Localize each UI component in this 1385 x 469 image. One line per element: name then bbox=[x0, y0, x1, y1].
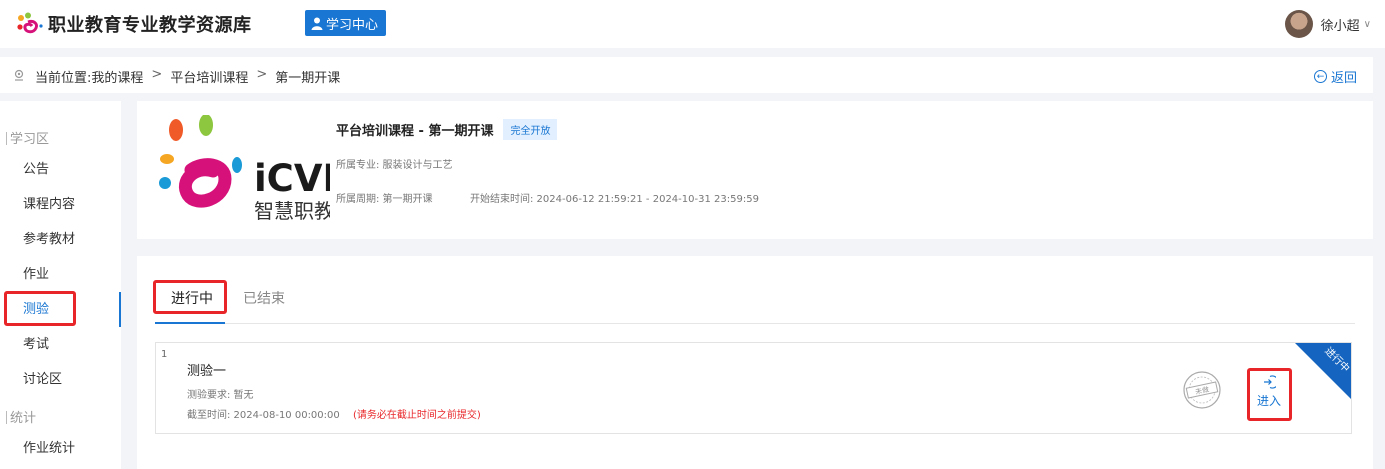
icve-logo-image: iCVE 智慧职教 bbox=[159, 115, 330, 223]
back-arrow-icon: ← bbox=[1313, 70, 1327, 83]
back-button[interactable]: ← 返回 bbox=[1313, 67, 1357, 86]
study-center-button[interactable]: 学习中心 bbox=[305, 10, 387, 36]
quiz-requirement: 测验要求: 暂无 bbox=[187, 390, 254, 401]
sidebar-item-homework-stats[interactable]: 作业统计 bbox=[0, 431, 121, 466]
sidebar-item-reference[interactable]: 参考教材 bbox=[0, 222, 121, 257]
breadcrumb: 当前位置: 我的课程 > 平台培训课程 > 第一期开课 bbox=[35, 67, 340, 86]
in-progress-ribbon: 进行中 bbox=[1295, 343, 1351, 399]
active-tab-indicator bbox=[155, 322, 225, 324]
user-icon bbox=[311, 17, 323, 30]
course-major: 所属专业: 服装设计与工艺 bbox=[336, 160, 453, 171]
user-name: 徐小超 bbox=[1320, 18, 1360, 34]
course-title-row: 平台培训课程 - 第一期开课 完全开放 bbox=[336, 119, 558, 140]
breadcrumb-separator: > bbox=[256, 67, 268, 82]
course-card: iCVE 智慧职教 平台培训课程 - 第一期开课 完全开放 所属专业: 服装设计… bbox=[137, 101, 1373, 239]
study-center-label: 学习中心 bbox=[326, 17, 379, 33]
quiz-deadline-row: 截至时间: 2024-08-10 00:00:00 (请务必在截止时间之前提交) bbox=[187, 406, 481, 421]
back-label: 返回 bbox=[1330, 71, 1357, 86]
sidebar-item-exam[interactable]: 考试 bbox=[0, 327, 121, 362]
quiz-title: 测验一 bbox=[187, 364, 227, 379]
icve-logo-subtext: 智慧职教 bbox=[254, 199, 330, 223]
flower-logo-icon bbox=[17, 12, 43, 34]
tab-finished[interactable]: 已结束 bbox=[243, 288, 285, 308]
quiz-deadline: 截至时间: 2024-08-10 00:00:00 bbox=[187, 410, 340, 421]
highlight-enter-box bbox=[1247, 368, 1292, 421]
avatar[interactable] bbox=[1284, 10, 1313, 38]
sidebar-item-discussion[interactable]: 讨论区 bbox=[0, 362, 121, 397]
highlight-quiz-box bbox=[4, 291, 76, 326]
not-done-stamp-icon: 未做 bbox=[1183, 371, 1221, 409]
site-title: 职业教育专业教学资源库 bbox=[48, 15, 252, 36]
course-period: 所属周期: 第一期开课 bbox=[336, 194, 433, 205]
course-time-range: 开始结束时间: 2024-06-12 21:59:21 - 2024-10-31… bbox=[470, 194, 759, 205]
user-menu[interactable]: 徐小超 ∨ bbox=[1284, 10, 1371, 38]
breadcrumb-bar: 当前位置: 我的课程 > 平台培训课程 > 第一期开课 ← 返回 bbox=[0, 57, 1373, 93]
quiz-list-item: 1 测验一 测验要求: 暂无 截至时间: 2024-08-10 00:00:00… bbox=[155, 342, 1352, 434]
tab-divider bbox=[155, 323, 1355, 324]
icve-logo-text: iCVE bbox=[254, 157, 330, 200]
breadcrumb-my-courses[interactable]: 我的课程 bbox=[91, 67, 143, 86]
breadcrumb-current: 第一期开课 bbox=[275, 71, 341, 86]
sidebar-item-course-content[interactable]: 课程内容 bbox=[0, 187, 121, 222]
highlight-tab-box bbox=[153, 280, 227, 314]
chevron-down-icon: ∨ bbox=[1363, 18, 1371, 30]
sidebar-section-study: 学习区 bbox=[6, 128, 49, 147]
sidebar-item-announcement[interactable]: 公告 bbox=[0, 152, 121, 187]
breadcrumb-separator: > bbox=[151, 67, 163, 82]
breadcrumb-course[interactable]: 平台培训课程 bbox=[170, 67, 248, 86]
quiz-panel: 进行中 已结束 1 测验一 测验要求: 暂无 截至时间: 2024-08-10 … bbox=[137, 256, 1373, 469]
site-logo[interactable]: 职业教育专业教学资源库 bbox=[16, 11, 252, 37]
breadcrumb-prefix: 当前位置: bbox=[35, 71, 92, 86]
quiz-index: 1 bbox=[161, 349, 168, 360]
sidebar-section-stats: 统计 bbox=[6, 407, 36, 426]
sidebar: 学习区 公告 课程内容 参考教材 作业 测验 考试 讨论区 统计 作业统计 bbox=[0, 101, 121, 469]
top-header: 职业教育专业教学资源库 学习中心 徐小超 ∨ bbox=[0, 0, 1385, 48]
course-title: 平台培训课程 - 第一期开课 bbox=[336, 124, 494, 139]
sidebar-item-homework[interactable]: 作业 bbox=[0, 257, 121, 292]
location-pin-icon bbox=[14, 69, 24, 81]
deadline-warning: (请务必在截止时间之前提交) bbox=[352, 410, 481, 421]
status-badge: 完全开放 bbox=[503, 119, 558, 140]
